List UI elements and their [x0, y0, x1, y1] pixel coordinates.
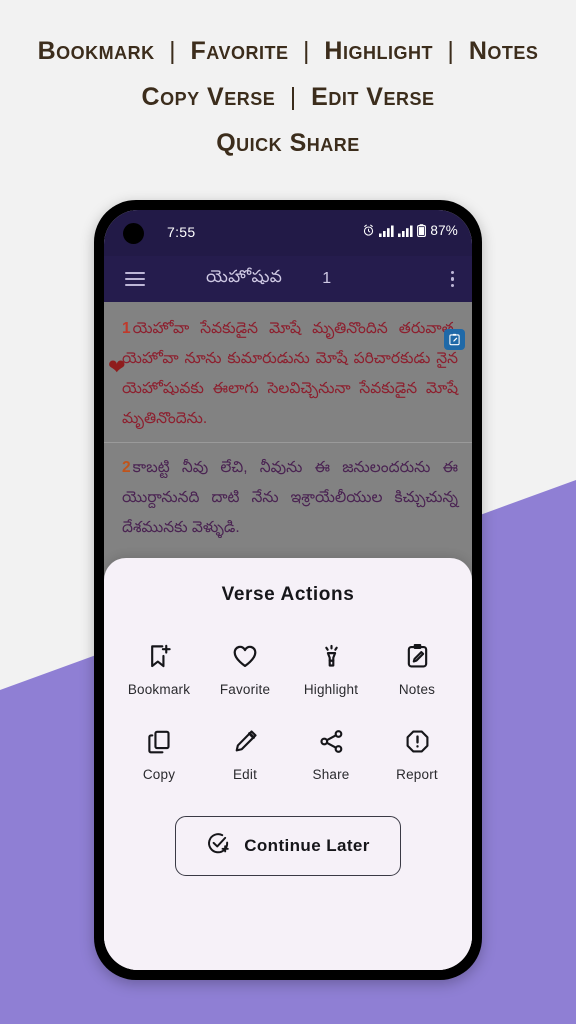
reader-content: 1 యెహోవా సేవకుడైన మోషే మృతినొందిన తరువాత,… [104, 302, 472, 970]
action-favorite[interactable]: Favorite [205, 640, 285, 697]
action-label: Report [396, 767, 438, 782]
copy-icon [146, 725, 173, 757]
promo-copy-verse: Copy Verse [141, 83, 276, 111]
action-notes[interactable]: Notes [377, 640, 457, 697]
app-bar-book-title[interactable]: యెహోషువ [206, 267, 282, 291]
verse-list: 1 యెహోవా సేవకుడైన మోషే మృతినొందిన తరువాత,… [104, 302, 472, 592]
share-nodes-icon [318, 725, 345, 757]
action-label: Copy [142, 767, 176, 782]
bookmark-add-icon [146, 640, 173, 672]
signal-bars-icon [379, 225, 394, 237]
promo-separator: | [302, 37, 310, 65]
verse-row-2[interactable]: 2 కాబట్టి నీవు లేచి, నీవును ఈ జనులందరును … [104, 443, 472, 549]
check-circle-plus-icon [206, 831, 231, 861]
promo-bookmark: Bookmark [37, 37, 155, 65]
actions-row-1: Bookmark Favorite Highlight Notes [104, 640, 472, 697]
alarm-icon [364, 224, 374, 236]
heart-icon: ❤ [108, 356, 126, 379]
promo-favorite: Favorite [190, 37, 289, 65]
action-highlight[interactable]: Highlight [291, 640, 371, 697]
action-label: Highlight [303, 682, 359, 697]
action-label: Bookmark [127, 682, 191, 697]
promo-separator: | [169, 37, 177, 65]
signal-bars-icon [398, 225, 413, 237]
verse-actions-sheet: Verse Actions Bookmark Favorite Highligh… [104, 558, 472, 970]
action-label: Share [312, 767, 350, 782]
promo-line-1: Bookmark | Favorite | Highlight | Notes [0, 34, 576, 68]
notes-clipboard-pencil-icon [404, 640, 431, 672]
app-bar: యెహోషువ 1 [104, 256, 472, 302]
promo-highlight: Highlight [324, 37, 433, 65]
verse-number: 1 [122, 320, 131, 337]
verse-text: కాబట్టి నీవు లేచి, నీవును ఈ జనులందరును ఈ… [122, 459, 458, 536]
pencil-icon [232, 725, 259, 757]
promo-header: Bookmark | Favorite | Highlight | Notes … [0, 34, 576, 160]
continue-later-label: Continue Later [244, 836, 370, 855]
status-bar-indicators: 87% [362, 223, 458, 238]
status-bar-clock: 7:55 [167, 224, 196, 240]
action-share[interactable]: Share [291, 725, 371, 782]
verse-row-1[interactable]: 1 యెహోవా సేవకుడైన మోషే మృతినొందిన తరువాత,… [104, 302, 472, 440]
note-edit-badge-icon[interactable] [444, 329, 465, 350]
action-label: Favorite [219, 682, 271, 697]
promo-edit-verse: Edit Verse [311, 83, 435, 111]
verse-number: 2 [122, 459, 131, 476]
status-bar: 7:55 87% [104, 210, 472, 256]
actions-row-2: Copy Edit Share Report [104, 725, 472, 782]
action-label: Notes [398, 682, 436, 697]
kebab-menu-icon[interactable] [450, 270, 454, 288]
action-bookmark[interactable]: Bookmark [119, 640, 199, 697]
promo-notes: Notes [468, 37, 539, 65]
hamburger-icon[interactable] [112, 272, 158, 286]
heart-outline-icon [231, 640, 259, 672]
highlighter-icon [318, 640, 345, 672]
continue-later-wrap: Continue Later [104, 816, 472, 876]
phone-mockup: 7:55 87% యెహోషువ 1 1 యెహోవా సేవకుడైన మోష… [94, 200, 482, 980]
app-bar-chapter-number[interactable]: 1 [322, 270, 331, 288]
camera-punch-hole-icon [123, 223, 144, 244]
continue-later-button[interactable]: Continue Later [175, 816, 401, 876]
action-copy[interactable]: Copy [119, 725, 199, 782]
promo-line-3: Quick Share [0, 126, 576, 160]
screenshot-stage: Bookmark | Favorite | Highlight | Notes … [0, 0, 576, 1024]
battery-icon [417, 224, 427, 237]
promo-line-2: Copy Verse | Edit Verse [0, 80, 576, 114]
promo-quick-share: Quick Share [216, 129, 360, 157]
battery-percentage: 87% [430, 223, 458, 238]
promo-separator: | [289, 83, 297, 111]
promo-separator: | [447, 37, 455, 65]
verse-text: యెహోవా సేవకుడైన మోషే మృతినొందిన తరువాత, … [122, 320, 458, 427]
action-label: Edit [232, 767, 258, 782]
action-edit[interactable]: Edit [205, 725, 285, 782]
sheet-title: Verse Actions [221, 584, 355, 605]
phone-screen: 7:55 87% యెహోషువ 1 1 యెహోవా సేవకుడైన మోష… [104, 210, 472, 970]
report-octagon-icon [404, 725, 431, 757]
action-report[interactable]: Report [377, 725, 457, 782]
